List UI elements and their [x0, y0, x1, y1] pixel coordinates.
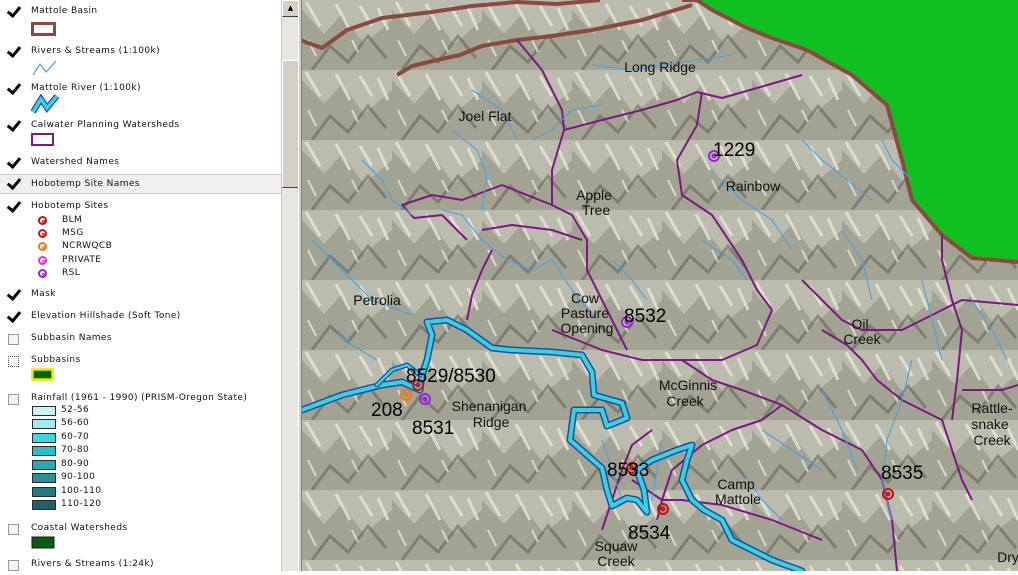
label-site-8532: 8532 [624, 306, 666, 327]
label-rattlesnake-creek: Creek [973, 432, 1011, 448]
layer-checkbox[interactable] [8, 202, 19, 213]
layer-checkbox[interactable] [8, 560, 19, 571]
scroll-up-arrow-icon[interactable]: ▲ [282, 0, 299, 17]
layer-watershed-names[interactable]: Watershed Names [0, 155, 281, 171]
label-pasture: Pasture [561, 305, 609, 321]
layer-name: Mattole Basin [31, 6, 98, 16]
layer-name: Mattole River (1:100k) [31, 83, 141, 93]
map-canvas[interactable]: Long Ridge Joel Flat Apple Tree Rainbow … [298, 0, 1018, 575]
site-marker-icon [38, 256, 47, 265]
layer-rivers-streams-24k[interactable]: Rivers & Streams (1:24k) [0, 557, 281, 571]
layer-checkbox[interactable] [8, 7, 19, 18]
label-rainbow: Rainbow [726, 178, 781, 194]
layer-name: Subbasins [31, 355, 81, 365]
layer-checkbox[interactable] [8, 394, 19, 405]
label-shenanigan: Shenanigan [452, 398, 527, 414]
layer-name: Rivers & Streams (1:100k) [31, 46, 161, 56]
label-shenanigan-ridge: Ridge [473, 414, 510, 430]
layer-checkbox[interactable] [8, 334, 19, 345]
layer-checkbox[interactable] [8, 524, 19, 535]
layer-hobotemp-site-names[interactable]: Hobotemp Site Names [0, 174, 281, 194]
label-joel-flat: Joel Flat [459, 108, 512, 124]
layer-name: Rainfall (1961 - 1990) (PRISM-Oregon Sta… [31, 393, 248, 403]
map-view[interactable]: Long Ridge Joel Flat Apple Tree Rainbow … [298, 0, 1018, 575]
layer-checkbox[interactable] [8, 47, 19, 58]
site-marker-icon [38, 216, 47, 225]
label-petrolia: Petrolia [353, 292, 401, 308]
layer-calwater-watersheds[interactable]: Calwater Planning Watersheds [0, 118, 281, 150]
basin-polygon-symbol [31, 22, 56, 36]
label-site-8535: 8535 [881, 463, 923, 484]
layer-name: Mask [31, 289, 56, 299]
layer-checkbox[interactable] [8, 84, 19, 95]
label-mcginnis: McGinnis [659, 377, 717, 393]
layer-mask[interactable]: Mask [0, 287, 281, 303]
watershed-polygon-symbol [31, 133, 54, 146]
subbasin-polygon-symbol [31, 368, 54, 381]
layer-checkbox[interactable] [8, 158, 19, 169]
layer-checkbox[interactable] [8, 290, 19, 301]
layer-subbasin-names[interactable]: Subbasin Names [0, 331, 281, 347]
label-cow: Cow [571, 290, 600, 306]
layer-mattole-river-100k[interactable]: Mattole River (1:100k) [0, 81, 281, 115]
label-squaw-creek: Creek [597, 553, 635, 569]
label-apple: Apple [576, 187, 612, 203]
coastal-polygon-symbol [31, 536, 55, 549]
label-site-8531: 8531 [412, 418, 454, 439]
label-mattole: Mattole [715, 491, 761, 507]
layer-checkbox[interactable] [8, 312, 19, 323]
scrollbar-thumb[interactable] [282, 60, 299, 188]
label-site-1229: 1229 [713, 140, 755, 161]
label-oil-creek: Creek [843, 331, 881, 347]
label-rattle: Rattle- [971, 400, 1013, 416]
layer-name: Hobotemp Sites [31, 201, 109, 211]
layer-checkbox[interactable] [8, 356, 19, 367]
label-oil: Oil [851, 316, 868, 332]
label-site-8529-8530: 8529/8530 [406, 366, 496, 387]
layer-checkbox[interactable] [8, 179, 19, 190]
layer-coastal-watersheds[interactable]: Coastal Watersheds [0, 521, 281, 553]
stream-line-symbol [32, 60, 57, 76]
river-line-symbol [31, 94, 60, 114]
label-dry: Dry [997, 549, 1018, 565]
layer-rainfall[interactable]: Rainfall (1961 - 1990) (PRISM-Oregon Sta… [0, 391, 281, 515]
label-site-208: 208 [371, 400, 403, 421]
toc-scrollbar[interactable]: ▲ [281, 0, 299, 571]
layer-mattole-basin[interactable]: Mattole Basin [0, 4, 281, 40]
layer-elevation-hillshade[interactable]: Elevation Hillshade (Soft Tone) [0, 309, 281, 325]
layer-hobotemp-sites[interactable]: Hobotemp Sites BLM MSG NCRWQCB PRIVATE R… [0, 199, 281, 281]
label-mcginnis-creek: Creek [666, 393, 704, 409]
layer-name: Watershed Names [31, 157, 120, 167]
layer-name: Elevation Hillshade (Soft Tone) [31, 311, 181, 321]
label-camp: Camp [717, 476, 755, 492]
layer-name: Coastal Watersheds [31, 523, 128, 533]
layer-rivers-streams-100k[interactable]: Rivers & Streams (1:100k) [0, 44, 281, 78]
layer-subbasins[interactable]: Subbasins [0, 353, 281, 385]
site-marker-icon [38, 242, 47, 251]
label-long-ridge: Long Ridge [624, 59, 696, 75]
label-opening: Opening [561, 320, 614, 336]
layer-name: Subbasin Names [31, 333, 112, 343]
label-tree: Tree [582, 202, 610, 218]
layer-name: Hobotemp Site Names [31, 179, 140, 189]
label-site-8534: 8534 [628, 523, 671, 544]
layer-checkbox[interactable] [8, 121, 19, 132]
layer-name: Calwater Planning Watersheds [31, 120, 180, 130]
site-marker-icon [38, 269, 47, 278]
table-of-contents: Mattole Basin Rivers & Streams (1:100k) … [0, 0, 281, 571]
label-site-8533: 8533 [607, 460, 649, 481]
label-snake: snake [971, 416, 1009, 432]
site-marker-icon [38, 229, 47, 238]
layer-name: Rivers & Streams (1:24k) [31, 559, 154, 569]
